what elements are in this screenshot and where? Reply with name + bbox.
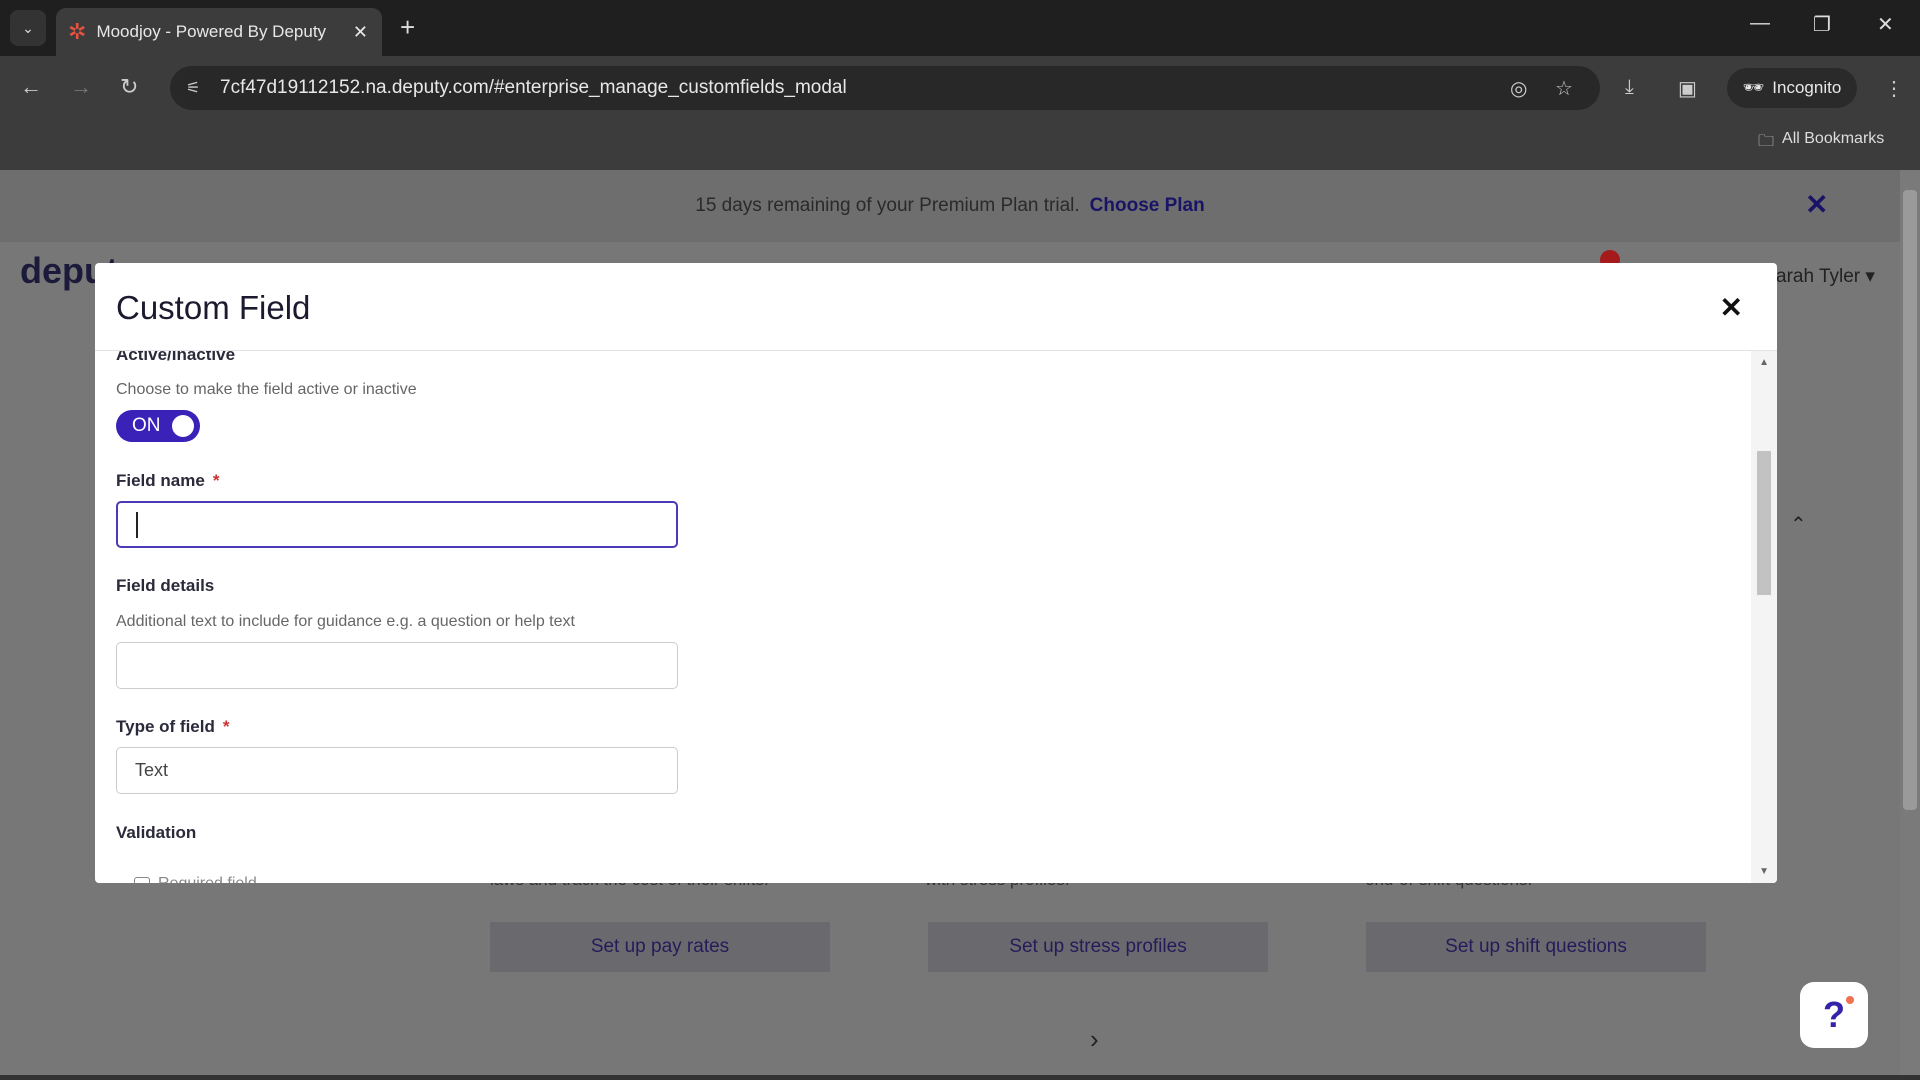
folder-icon: 🗀 — [1758, 133, 1775, 150]
required-field-checkbox[interactable] — [134, 877, 150, 883]
eye-off-icon[interactable]: ◎ — [1510, 76, 1527, 101]
page-scrollbar-thumb[interactable] — [1903, 190, 1917, 810]
close-window-icon[interactable]: ✕ — [1877, 12, 1894, 37]
horizontal-scrollbar[interactable] — [0, 1075, 1920, 1080]
help-button[interactable]: ? — [1800, 982, 1868, 1048]
incognito-badge[interactable]: 🕶 Incognito — [1727, 68, 1857, 108]
incognito-label: Incognito — [1772, 78, 1842, 97]
all-bookmarks[interactable]: 🗀 All Bookmarks — [1758, 130, 1884, 157]
browser-tab[interactable]: ✲ Moodjoy - Powered By Deputy ✕ — [56, 8, 382, 56]
tab-title: Moodjoy - Powered By Deputy — [96, 22, 327, 41]
active-description: Choose to make the field active or inact… — [116, 381, 417, 398]
type-of-field-value: Text — [135, 760, 169, 780]
set-up-stress-profiles-button[interactable]: Set up stress profiles — [928, 922, 1268, 972]
choose-plan-link[interactable]: Choose Plan — [1090, 195, 1205, 217]
scroll-up-icon[interactable]: ▲ — [1759, 357, 1769, 368]
incognito-icon: 🕶 — [1742, 78, 1765, 97]
toggle-knob — [172, 415, 194, 437]
validation-label: Validation — [116, 823, 197, 842]
question-icon: ? — [1823, 994, 1845, 1035]
tab-search-button[interactable]: ⌄ — [10, 10, 46, 46]
required-field-label: Required field — [158, 875, 257, 883]
active-label: Active/Inactive — [116, 351, 236, 364]
field-name-label: Field name * — [116, 471, 219, 491]
modal-scrollbar-thumb[interactable] — [1757, 451, 1771, 595]
field-details-input[interactable] — [116, 642, 678, 689]
text-caret — [136, 511, 138, 538]
chevron-up-icon[interactable]: ⌃ — [1790, 512, 1807, 537]
forward-icon[interactable]: → — [70, 74, 92, 100]
address-bar[interactable]: ⚟ 7cf47d19112152.na.deputy.com/#enterpri… — [170, 66, 1600, 110]
site-settings-icon[interactable]: ⚟ — [186, 78, 200, 98]
active-toggle[interactable]: ON — [116, 410, 200, 442]
scroll-down-icon[interactable]: ▼ — [1759, 866, 1769, 877]
field-name-label-text: Field name — [116, 471, 205, 490]
banner-text: 15 days remaining of your Premium Plan t… — [695, 195, 1080, 216]
type-of-field-label: Type of field * — [116, 717, 229, 737]
url-text: 7cf47d19112152.na.deputy.com/#enterprise… — [220, 77, 847, 98]
modal-scrollbar[interactable]: ▲ ▼ — [1751, 351, 1777, 883]
new-tab-button[interactable]: + — [400, 12, 415, 43]
modal-body: Active/Inactive Choose to make the field… — [116, 351, 1746, 883]
set-up-pay-rates-button[interactable]: Set up pay rates — [490, 922, 830, 972]
minimize-icon[interactable]: — — [1750, 12, 1770, 35]
modal-title: Custom Field — [116, 289, 311, 326]
deputy-favicon-icon: ✲ — [68, 19, 87, 44]
back-icon[interactable]: ← — [20, 74, 42, 100]
side-panel-icon[interactable]: ▣ — [1678, 76, 1697, 101]
menu-icon[interactable]: ⋮ — [1884, 76, 1904, 101]
trial-banner: 15 days remaining of your Premium Plan t… — [0, 170, 1900, 242]
type-of-field-label-text: Type of field — [116, 717, 215, 736]
bookmarks-label: All Bookmarks — [1782, 130, 1885, 147]
star-icon[interactable]: ☆ — [1555, 76, 1573, 101]
custom-field-modal: Custom Field ✕ Active/Inactive Choose to… — [95, 263, 1777, 883]
field-details-description: Additional text to include for guidance … — [116, 613, 575, 630]
toggle-label: ON — [132, 415, 161, 436]
field-name-input[interactable] — [116, 501, 678, 548]
chevron-down-icon: ⌄ — [22, 19, 34, 36]
close-banner-icon[interactable]: ✕ — [1805, 188, 1828, 221]
restore-icon[interactable]: ❐ — [1813, 12, 1831, 37]
close-modal-icon[interactable]: ✕ — [1720, 291, 1743, 324]
field-details-label: Field details — [116, 576, 215, 595]
reload-icon[interactable]: ↻ — [120, 74, 138, 100]
set-up-shift-questions-button[interactable]: Set up shift questions — [1366, 922, 1706, 972]
download-icon[interactable]: ⤓ — [1625, 76, 1634, 99]
close-tab-icon[interactable]: ✕ — [353, 22, 368, 43]
user-name: arah Tyler — [1776, 266, 1861, 287]
user-menu[interactable]: arah Tyler ▾ — [1776, 265, 1875, 288]
help-dot — [1846, 996, 1854, 1004]
required-mark: * — [222, 717, 230, 736]
carousel-next-icon[interactable]: › — [1090, 1024, 1099, 1055]
modal-header: Custom Field ✕ — [95, 263, 1777, 351]
type-of-field-select[interactable]: Text — [116, 747, 678, 794]
required-mark: * — [212, 471, 220, 490]
